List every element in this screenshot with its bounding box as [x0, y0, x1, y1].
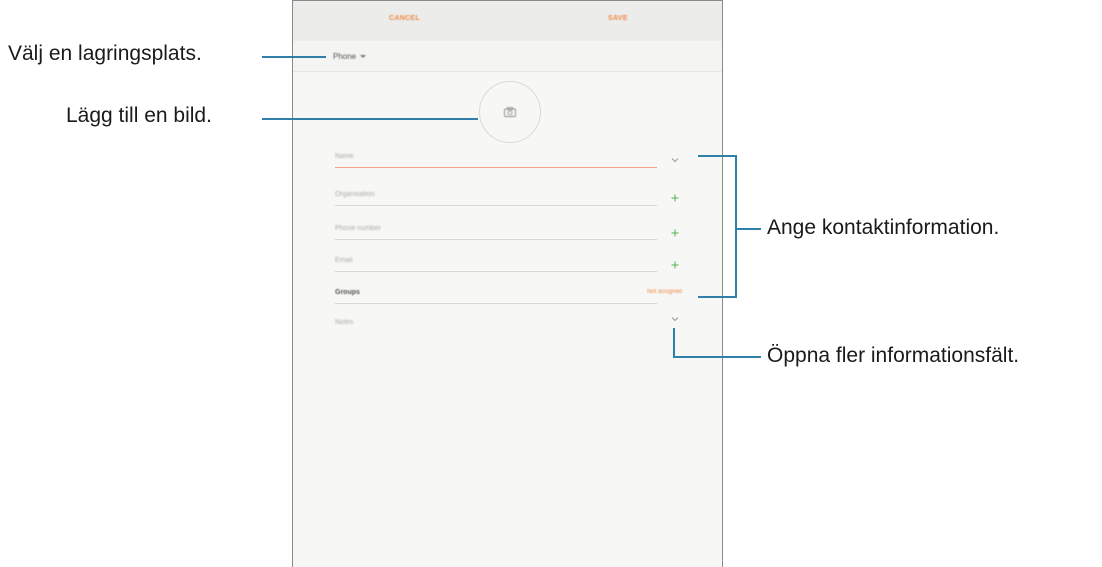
bracket-top	[698, 155, 737, 157]
notes-field-label: Notes	[335, 319, 354, 326]
add-photo-button[interactable]	[479, 81, 541, 143]
dropdown-caret-icon	[360, 55, 367, 59]
add-organisation-plus-icon[interactable]	[670, 193, 680, 203]
callout-contact-info: Ange kontaktinformation.	[767, 216, 1000, 239]
phone-number-field-label: Phone number	[335, 225, 381, 232]
action-bar: CANCEL SAVE	[293, 1, 722, 42]
name-field-label: Name	[335, 153, 354, 160]
organisation-field-label: Organisation	[335, 191, 375, 198]
leader-line-more-fields	[673, 356, 761, 358]
groups-selector[interactable]: Not assigned	[647, 289, 682, 295]
callout-storage-location: Välj en lagringsplats.	[8, 42, 202, 65]
callout-more-fields: Öppna fler informationsfält.	[767, 344, 1020, 367]
bracket-bottom	[698, 296, 737, 298]
storage-location-dropdown[interactable]: Phone	[333, 52, 367, 61]
save-button[interactable]: SAVE	[608, 15, 628, 22]
bracket-vertical	[735, 155, 737, 298]
manual-illustration: CANCEL SAVE Phone Name Organisation Phon…	[0, 0, 1102, 567]
email-field[interactable]	[335, 271, 657, 272]
expand-name-chevron-icon[interactable]	[670, 155, 680, 165]
name-field[interactable]	[335, 167, 657, 168]
cancel-button[interactable]: CANCEL	[389, 15, 420, 22]
leader-line-image	[262, 118, 478, 120]
camera-icon	[504, 107, 516, 117]
email-field-label: Email	[335, 257, 353, 264]
organisation-field[interactable]	[335, 205, 657, 206]
phone-number-field[interactable]	[335, 239, 657, 240]
add-phone-plus-icon[interactable]	[670, 228, 680, 238]
contact-editor-screen: CANCEL SAVE Phone Name Organisation Phon…	[292, 0, 723, 567]
callout-add-image: Lägg till en bild.	[66, 104, 212, 127]
add-email-plus-icon[interactable]	[670, 260, 680, 270]
leader-line-contact-info	[737, 228, 761, 230]
leader-line-storage	[262, 56, 326, 58]
leader-line-more-vertical	[673, 328, 675, 358]
more-fields-chevron-icon[interactable]	[670, 314, 680, 324]
groups-label: Groups	[335, 289, 360, 296]
groups-divider	[335, 303, 657, 304]
storage-bar: Phone	[293, 41, 722, 72]
storage-location-value: Phone	[333, 52, 357, 61]
